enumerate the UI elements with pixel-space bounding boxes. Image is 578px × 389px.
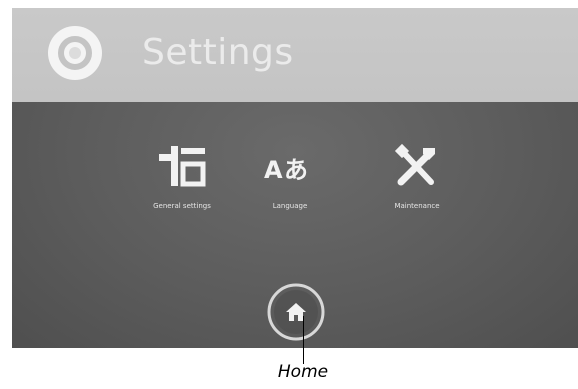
general-settings-button[interactable]: General settings: [122, 142, 242, 232]
home-button[interactable]: [266, 282, 326, 342]
language-label: Language: [272, 202, 308, 210]
page-title: Settings: [142, 32, 294, 73]
settings-screen: Settings General settings A あ Language M…: [12, 8, 578, 348]
settings-menu-panel: General settings A あ Language Maintenanc…: [12, 102, 578, 348]
home-callout-label: Home: [277, 362, 329, 382]
maintenance-button[interactable]: Maintenance: [357, 142, 477, 232]
maintenance-label: Maintenance: [394, 202, 440, 210]
gear-icon: [48, 26, 102, 80]
settings-header: Settings: [12, 8, 578, 102]
language-button[interactable]: A あ Language: [230, 142, 350, 232]
tools-icon: [394, 143, 435, 186]
svg-text:A: A: [264, 156, 283, 184]
sliders-icon: [159, 146, 206, 187]
callout-line: [303, 316, 304, 364]
svg-text:あ: あ: [284, 156, 308, 184]
general-settings-label: General settings: [153, 202, 211, 210]
language-icon: A あ: [264, 156, 308, 184]
